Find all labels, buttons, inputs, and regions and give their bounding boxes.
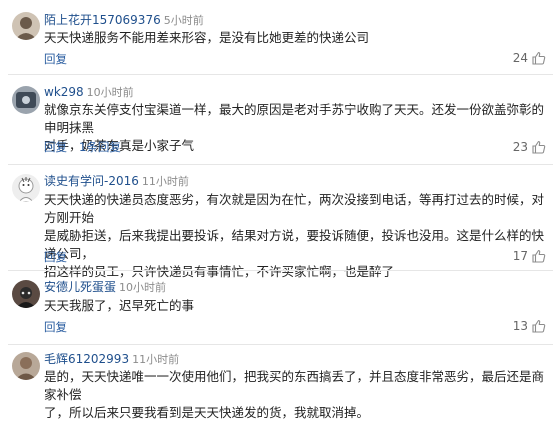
comment-text: 天天快递服务不能用差来形容，是没有比她更差的快递公司	[44, 30, 370, 45]
username[interactable]: wk298	[44, 85, 84, 99]
comment-text: 天天我服了，迟早死亡的事	[44, 298, 195, 313]
comment-header: 陌上花开157069376 5小时前	[44, 13, 204, 28]
divider	[8, 74, 553, 75]
comment-item: 安德儿死蛋蛋 10小时前 天天我服了，迟早死亡的事 回复 13	[0, 272, 558, 342]
reply-button[interactable]: 回复	[44, 320, 67, 334]
avatar[interactable]	[12, 280, 40, 308]
user-avatar-icon	[12, 86, 40, 114]
reply-button[interactable]: 回复 1条回复	[44, 140, 121, 154]
comment-text: 天天快递的快递员态度恶劣，有次就是因为在忙，两次没接到电话，等再打过去的时候，对…	[44, 192, 545, 279]
thumbs-up-icon	[532, 140, 546, 154]
user-avatar-icon	[12, 174, 40, 202]
like-button[interactable]: 23	[513, 140, 546, 154]
like-count: 13	[512, 319, 528, 333]
thumbs-up-icon	[532, 319, 546, 333]
thumbs-up-icon	[532, 249, 546, 263]
reply-label[interactable]: 回复	[44, 250, 67, 264]
username[interactable]: 陌上花开157069376	[44, 13, 161, 27]
comment-item: 读史有学问-2016 11小时前 天天快递的快递员态度恶劣，有次就是因为在忙，两次…	[0, 166, 558, 279]
timestamp: 11小时前	[141, 175, 189, 188]
comment-text: 是的，天天快递唯一一次使用他们，把我买的东西搞丢了，并且态度非常恶劣，最后还是商…	[44, 369, 545, 420]
like-button[interactable]: 13	[513, 319, 546, 333]
comment-header: 毛辉61202993 11小时前	[44, 352, 179, 367]
comment-item: 毛辉61202993 11小时前 是的，天天快递唯一一次使用他们，把我买的东西搞丢…	[0, 346, 558, 420]
username[interactable]: 毛辉61202993	[44, 352, 129, 366]
like-button[interactable]: 24	[513, 51, 546, 65]
like-count: 23	[512, 140, 528, 154]
reply-label[interactable]: 回复	[44, 140, 67, 154]
comment-item: wk298 10小时前 就像京东关停支付宝渠道一样，最大的原因是老对手苏宁收购了天…	[0, 76, 558, 156]
comment-item: 陌上花开157069376 5小时前 天天快递服务不能用差来形容，是没有比她更差的…	[0, 0, 558, 72]
comment-header: wk298 10小时前	[44, 85, 134, 100]
divider	[8, 344, 553, 345]
timestamp: 10小时前	[119, 281, 167, 294]
like-count: 24	[512, 51, 528, 65]
timestamp: 5小时前	[163, 14, 204, 27]
divider	[8, 164, 553, 165]
user-avatar-icon	[12, 12, 40, 40]
reply-label[interactable]: 回复	[44, 52, 67, 66]
reply-button[interactable]: 回复	[44, 52, 67, 66]
avatar[interactable]	[12, 12, 40, 40]
avatar[interactable]	[12, 352, 40, 380]
comment-header: 读史有学问-2016 11小时前	[44, 174, 189, 189]
reply-label[interactable]: 回复	[44, 320, 67, 334]
username[interactable]: 安德儿死蛋蛋	[44, 280, 116, 294]
divider	[8, 270, 553, 271]
timestamp: 11小时前	[132, 353, 180, 366]
comment-header: 安德儿死蛋蛋 10小时前	[44, 280, 166, 295]
thumbs-up-icon	[532, 51, 546, 65]
timestamp: 10小时前	[86, 86, 134, 99]
user-avatar-icon	[12, 280, 40, 308]
avatar[interactable]	[12, 86, 40, 114]
avatar[interactable]	[12, 174, 40, 202]
like-count: 17	[512, 249, 528, 263]
username[interactable]: 读史有学问-2016	[44, 174, 139, 188]
view-replies-link[interactable]: 1条回复	[79, 140, 121, 154]
user-avatar-icon	[12, 352, 40, 380]
reply-button[interactable]: 回复	[44, 250, 67, 264]
like-button[interactable]: 17	[513, 249, 546, 263]
